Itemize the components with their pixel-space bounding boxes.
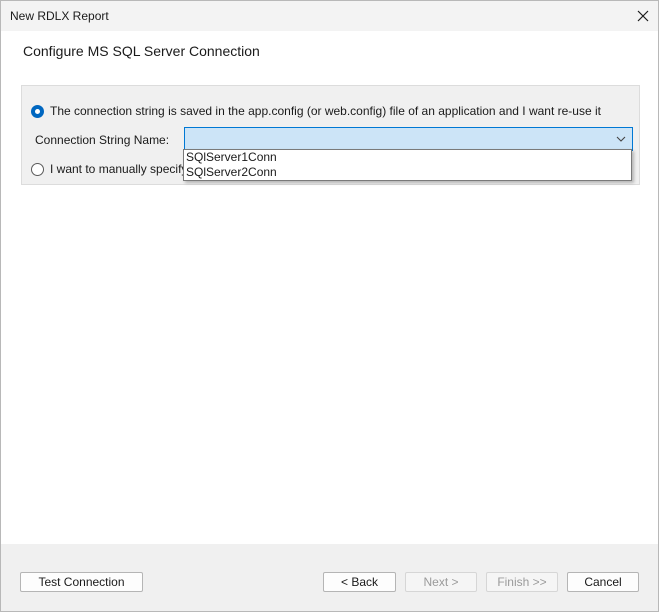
connection-string-combobox[interactable] — [184, 127, 633, 151]
page-title: Configure MS SQL Server Connection — [23, 43, 260, 59]
content-area: Configure MS SQL Server Connection The c… — [1, 31, 658, 544]
use-config-radio[interactable] — [31, 104, 44, 118]
chevron-down-icon — [616, 136, 626, 142]
finish-button[interactable]: Finish >> — [486, 572, 558, 592]
back-button[interactable]: < Back — [323, 572, 396, 592]
test-connection-button[interactable]: Test Connection — [20, 572, 143, 592]
manual-radio[interactable] — [31, 162, 44, 176]
dialog-window: New RDLX Report Configure MS SQL Server … — [0, 0, 659, 612]
dropdown-item-sqlserver1conn[interactable]: SQlServer1Conn — [184, 150, 631, 165]
window-title: New RDLX Report — [10, 9, 109, 23]
manual-option[interactable]: I want to manually specify — [31, 161, 187, 177]
connection-string-dropdown-list: SQlServer1Conn SQlServer2Conn — [183, 149, 632, 181]
close-button[interactable] — [628, 1, 658, 31]
use-config-option[interactable]: The connection string is saved in the ap… — [31, 103, 601, 119]
manual-label: I want to manually specify — [50, 162, 188, 176]
button-bar: Test Connection < Back Next > Finish >> … — [1, 544, 658, 611]
use-config-label: The connection string is saved in the ap… — [50, 104, 601, 118]
next-button[interactable]: Next > — [405, 572, 477, 592]
dropdown-item-sqlserver2conn[interactable]: SQlServer2Conn — [184, 165, 631, 180]
title-bar: New RDLX Report — [1, 1, 658, 31]
close-icon — [637, 10, 649, 22]
cancel-button[interactable]: Cancel — [567, 572, 639, 592]
connection-string-label: Connection String Name: — [35, 133, 170, 147]
